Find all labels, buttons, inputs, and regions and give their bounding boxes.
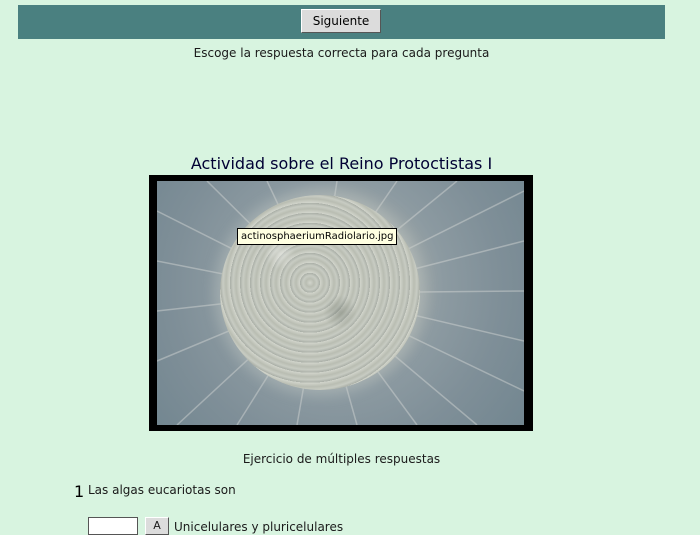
actinosphaerium-micrograph[interactable]: [157, 181, 524, 425]
next-button[interactable]: Siguiente: [301, 9, 381, 33]
question-text: Las algas eucariotas son: [88, 483, 236, 497]
instruction-text: Escoge la respuesta correcta para cada p…: [193, 46, 490, 60]
option-letter-button[interactable]: A: [145, 517, 169, 535]
exercise-type-label: Ejercicio de múltiples respuestas: [242, 452, 441, 466]
cell-body: [220, 195, 420, 390]
image-filename-tooltip: actinosphaeriumRadiolario.jpg: [237, 228, 398, 245]
answer-input[interactable]: [88, 517, 138, 535]
activity-title: Actividad sobre el Reino Protoctistas I: [190, 154, 493, 173]
question-number: 1: [74, 482, 85, 501]
option-text: Unicelulares y pluricelulares: [174, 520, 344, 534]
micrograph-frame: [149, 175, 533, 431]
top-navigation-bar: Siguiente: [18, 5, 665, 39]
